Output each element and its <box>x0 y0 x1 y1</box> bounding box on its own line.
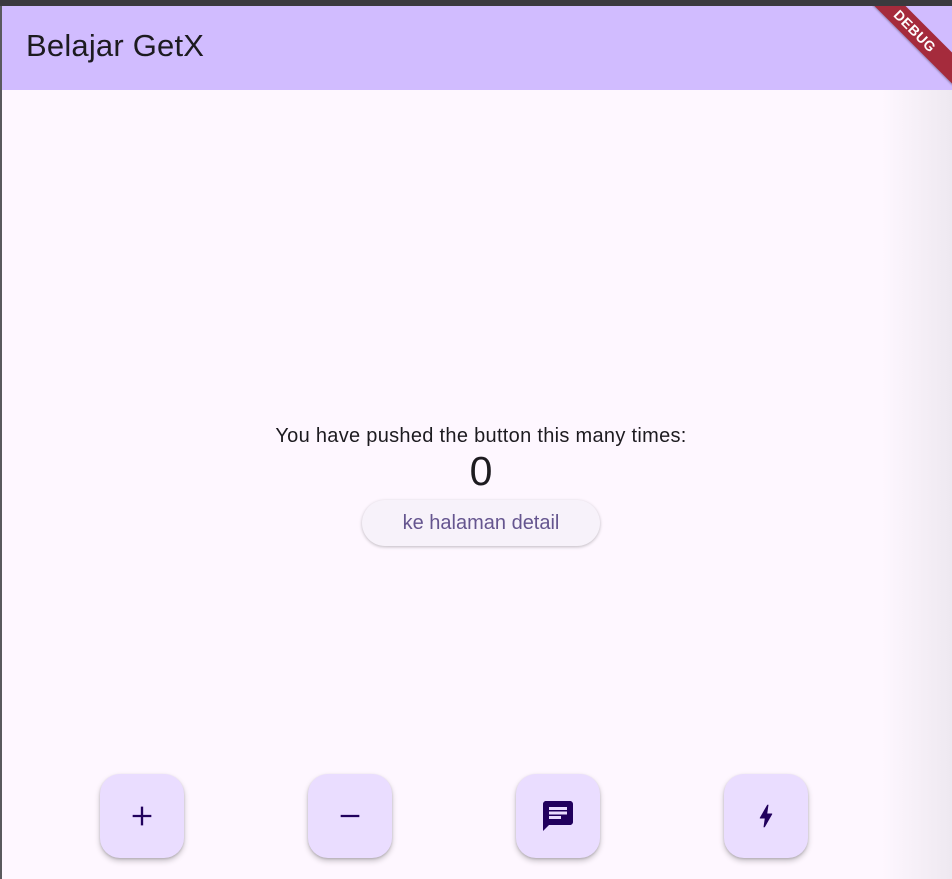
debug-banner-clip: DEBUG <box>872 6 952 90</box>
remove-icon <box>340 814 360 818</box>
flash-icon <box>759 804 773 828</box>
debug-banner: DEBUG <box>872 6 952 85</box>
counter-message: You have pushed the button this many tim… <box>275 425 687 447</box>
main-content: You have pushed the button this many tim… <box>2 90 952 879</box>
flash-fab[interactable] <box>724 774 808 858</box>
message-icon <box>543 801 573 831</box>
detail-page-button[interactable]: ke halaman detail <box>362 500 600 546</box>
counter-value: 0 <box>469 448 493 494</box>
add-icon <box>132 806 152 826</box>
message-fab[interactable] <box>516 774 600 858</box>
decrement-fab[interactable] <box>308 774 392 858</box>
app-bar: Belajar GetX <box>2 6 952 90</box>
center-column: You have pushed the button this many tim… <box>2 424 952 546</box>
increment-fab[interactable] <box>100 774 184 858</box>
app-title: Belajar GetX <box>26 28 205 63</box>
